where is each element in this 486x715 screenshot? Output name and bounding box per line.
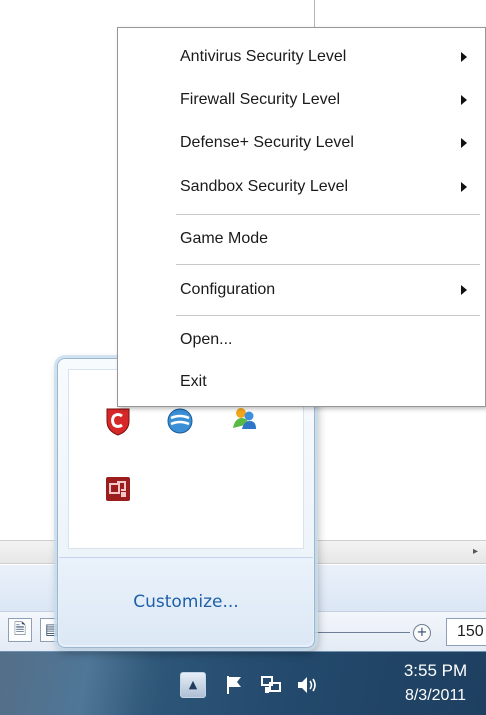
tool-app-icon[interactable]: [103, 474, 133, 504]
menu-separator: [176, 264, 480, 265]
menu-item-label: Open...: [180, 331, 233, 348]
menu-item-label: Game Mode: [180, 230, 269, 247]
customize-link[interactable]: Customize...: [59, 592, 313, 612]
menu-item-label: Firewall Security Level: [180, 91, 341, 108]
submenu-arrow-icon: [461, 182, 467, 192]
menu-separator: [176, 214, 480, 215]
network-globe-icon[interactable]: [165, 406, 195, 436]
menu-item-label: Exit: [180, 373, 207, 390]
submenu-arrow-icon: [461, 285, 467, 295]
volume-icon[interactable]: [294, 672, 320, 698]
show-hidden-icons-button[interactable]: ▲: [180, 672, 206, 698]
zoom-in-button[interactable]: +: [413, 624, 431, 642]
zoom-level-field[interactable]: 150: [446, 618, 486, 646]
menu-item-configuration[interactable]: Configuration: [118, 271, 485, 311]
menu-item-label: Configuration: [180, 281, 276, 298]
menu-item-firewall-security-level[interactable]: Firewall Security Level: [118, 81, 485, 121]
comodo-context-menu: Antivirus Security Level Firewall Securi…: [117, 27, 486, 407]
taskbar: ▲ 3:55 PM 8/3/2011: [0, 651, 486, 715]
menu-item-open[interactable]: Open...: [118, 321, 485, 361]
menu-item-label: Defense+ Security Level: [180, 134, 354, 151]
menu-item-label: Sandbox Security Level: [180, 178, 349, 195]
menu-item-antivirus-security-level[interactable]: Antivirus Security Level: [118, 38, 485, 78]
comodo-shield-icon[interactable]: [103, 406, 133, 436]
background-divider: [314, 0, 315, 28]
submenu-arrow-icon: [461, 138, 467, 148]
flyout-footer: Customize...: [59, 557, 313, 645]
submenu-arrow-icon: [461, 95, 467, 105]
menu-item-defense-plus-security-level[interactable]: Defense+ Security Level: [118, 124, 485, 164]
menu-item-game-mode[interactable]: Game Mode: [118, 220, 485, 260]
clock-time[interactable]: 3:55 PM: [385, 661, 486, 681]
menu-separator: [176, 315, 480, 316]
submenu-arrow-icon: [461, 52, 467, 62]
messenger-icon[interactable]: [229, 404, 259, 434]
desktop-screen: ▸ 🗎 ▤ ▦ ▤ ▤ + 150 ▲: [0, 0, 486, 715]
clock-date[interactable]: 8/3/2011: [385, 687, 486, 705]
print-layout-view-button[interactable]: 🗎: [8, 618, 32, 642]
menu-item-sandbox-security-level[interactable]: Sandbox Security Level: [118, 168, 485, 208]
menu-item-exit[interactable]: Exit: [118, 363, 485, 403]
menu-item-label: Antivirus Security Level: [180, 48, 347, 65]
action-center-flag-icon[interactable]: [222, 672, 248, 698]
network-icon[interactable]: [258, 672, 284, 698]
scroll-right-arrow-icon[interactable]: ▸: [473, 546, 478, 558]
